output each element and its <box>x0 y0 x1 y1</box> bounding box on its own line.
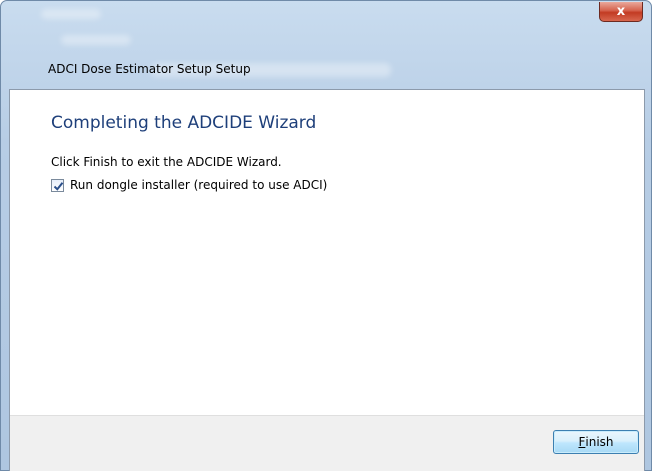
finish-button[interactable]: Finish <box>553 430 639 454</box>
window-title: ADCI Dose Estimator Setup Setup <box>48 62 251 76</box>
run-dongle-installer-option[interactable]: Run dongle installer (required to use AD… <box>51 178 327 192</box>
finish-button-mnemonic: F <box>578 435 586 449</box>
close-icon: x <box>616 4 626 19</box>
close-button[interactable]: x <box>599 2 643 22</box>
button-bar: Finish <box>10 415 644 471</box>
page-title: Completing the ADCIDE Wizard <box>51 113 317 133</box>
run-dongle-installer-checkbox[interactable] <box>51 178 64 192</box>
checkmark-icon <box>53 181 64 191</box>
finish-button-label: inish <box>585 435 614 449</box>
instruction-text: Click Finish to exit the ADCIDE Wizard. <box>51 155 282 169</box>
checkbox-label: Run dongle installer (required to use AD… <box>70 178 328 192</box>
title-bar[interactable]: x ADCI Dose Estimator Setup Setup <box>1 1 651 89</box>
setup-window: x ADCI Dose Estimator Setup Setup Comple… <box>0 0 652 471</box>
wizard-page: Completing the ADCIDE Wizard Click Finis… <box>9 89 645 471</box>
